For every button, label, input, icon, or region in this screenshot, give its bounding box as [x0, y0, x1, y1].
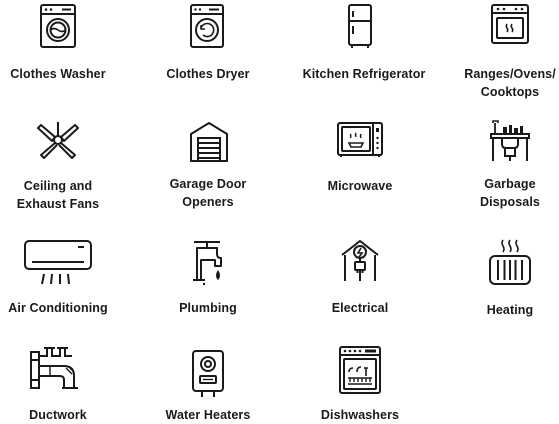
service-label: Air Conditioning [8, 301, 108, 315]
service-label: Clothes Dryer [166, 67, 250, 81]
service-label: Heating [486, 303, 534, 317]
service-label: Ductwork [29, 408, 87, 422]
faucet-icon [190, 240, 228, 286]
ductwork-icon [30, 346, 86, 392]
service-label: Dishwashers [320, 408, 400, 422]
radiator-icon [489, 238, 531, 288]
service-label: Kitchen Refrigerator [302, 67, 426, 81]
air-conditioner-icon [24, 240, 92, 286]
service-label: Garage Door Openers [169, 177, 247, 209]
service-label: Water Heaters [165, 408, 251, 422]
services-grid: Clothes Washer Clothes Dryer Kitchen Ref… [0, 0, 559, 424]
service-label: Clothes Washer [10, 67, 106, 81]
service-label: Plumbing [179, 301, 237, 315]
oven-range-icon [491, 4, 529, 44]
microwave-icon [337, 122, 383, 158]
garbage-disposal-icon [490, 120, 530, 162]
service-label: Garbage Disposals [480, 177, 540, 209]
service-label: Microwave [327, 179, 393, 193]
clothes-dryer-icon [190, 4, 224, 48]
water-heater-icon [192, 350, 224, 398]
garage-door-icon [190, 122, 228, 162]
service-label: Ceiling and Exhaust Fans [16, 179, 100, 211]
service-label: Electrical [331, 301, 389, 315]
ceiling-fan-icon [36, 122, 80, 162]
refrigerator-icon [348, 4, 372, 49]
electrical-house-icon [339, 238, 381, 284]
dishwasher-icon [339, 346, 381, 394]
service-label: Ranges/Ovens/ Cooktops [464, 67, 556, 99]
washing-machine-icon [40, 4, 76, 48]
